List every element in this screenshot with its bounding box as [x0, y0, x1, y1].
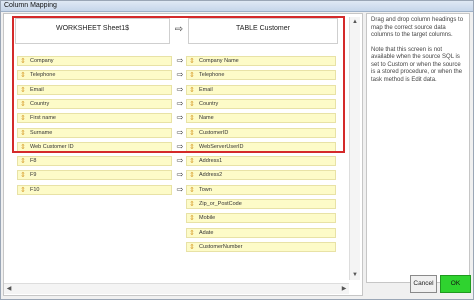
window-title: Column Mapping — [4, 2, 57, 9]
scroll-up-icon[interactable]: ▲ — [350, 17, 360, 27]
scroll-left-icon[interactable]: ◀ — [4, 284, 14, 294]
source-field-label: F8 — [30, 158, 37, 164]
help-panel: Drag and drop column headings to map the… — [366, 13, 470, 283]
help-text-2: Note that this screen is not available w… — [371, 46, 463, 83]
unmapped-target-field-label: CustomerNumber — [199, 244, 243, 250]
unmapped-target-field-label: Mobile — [199, 215, 216, 221]
field-drag-icon: ⇕ — [189, 215, 195, 222]
field-drag-icon: ⇕ — [189, 158, 195, 165]
unmapped-target-field[interactable]: ⇕ Adate — [186, 228, 336, 238]
source-field-label: F10 — [30, 187, 40, 193]
field-drag-icon: ⇕ — [20, 187, 26, 194]
field-drag-icon: ⇕ — [189, 187, 195, 194]
highlight-frame — [12, 16, 345, 153]
unmapped-target-field[interactable]: ⇕ Zip_or_PostCode — [186, 199, 336, 209]
ok-button[interactable]: OK — [440, 275, 471, 293]
field-drag-icon: ⇕ — [189, 201, 195, 208]
target-field-label: Address1 — [199, 158, 223, 164]
field-drag-icon: ⇕ — [20, 158, 26, 165]
arrow-right-icon: ⇨ — [176, 185, 184, 194]
source-field-label: F9 — [30, 172, 37, 178]
field-drag-icon: ⇕ — [20, 172, 26, 179]
arrow-right-icon: ⇨ — [176, 170, 184, 179]
title-bar: Column Mapping — [1, 1, 473, 12]
unmapped-target-field-label: Adate — [199, 230, 214, 236]
source-field[interactable]: ⇕ F9 — [17, 170, 172, 180]
scroll-right-icon[interactable]: ▶ — [339, 284, 349, 294]
target-field[interactable]: ⇕ Address2 — [186, 170, 336, 180]
field-drag-icon: ⇕ — [189, 172, 195, 179]
source-field[interactable]: ⇕ F10 — [17, 185, 172, 195]
help-text-1: Drag and drop column headings to map the… — [371, 17, 464, 38]
horizontal-scrollbar[interactable]: ◀ ▶ — [4, 283, 349, 294]
unmapped-target-field[interactable]: ⇕ CustomerNumber — [186, 242, 336, 252]
vertical-scrollbar[interactable]: ▲ ▼ — [349, 17, 360, 280]
target-field[interactable]: ⇕ Town — [186, 185, 336, 195]
target-field-label: Town — [199, 187, 212, 193]
unmapped-target-field[interactable]: ⇕ Mobile — [186, 213, 336, 223]
source-field[interactable]: ⇕ F8 — [17, 156, 172, 166]
unmapped-target-field-label: Zip_or_PostCode — [199, 201, 242, 207]
target-field-label: Address2 — [199, 172, 223, 178]
arrow-right-icon: ⇨ — [176, 156, 184, 165]
cancel-button[interactable]: Cancel — [410, 275, 437, 293]
field-drag-icon: ⇕ — [189, 230, 195, 237]
scroll-down-icon[interactable]: ▼ — [350, 270, 360, 280]
field-drag-icon: ⇕ — [189, 244, 195, 251]
target-field[interactable]: ⇕ Address1 — [186, 156, 336, 166]
